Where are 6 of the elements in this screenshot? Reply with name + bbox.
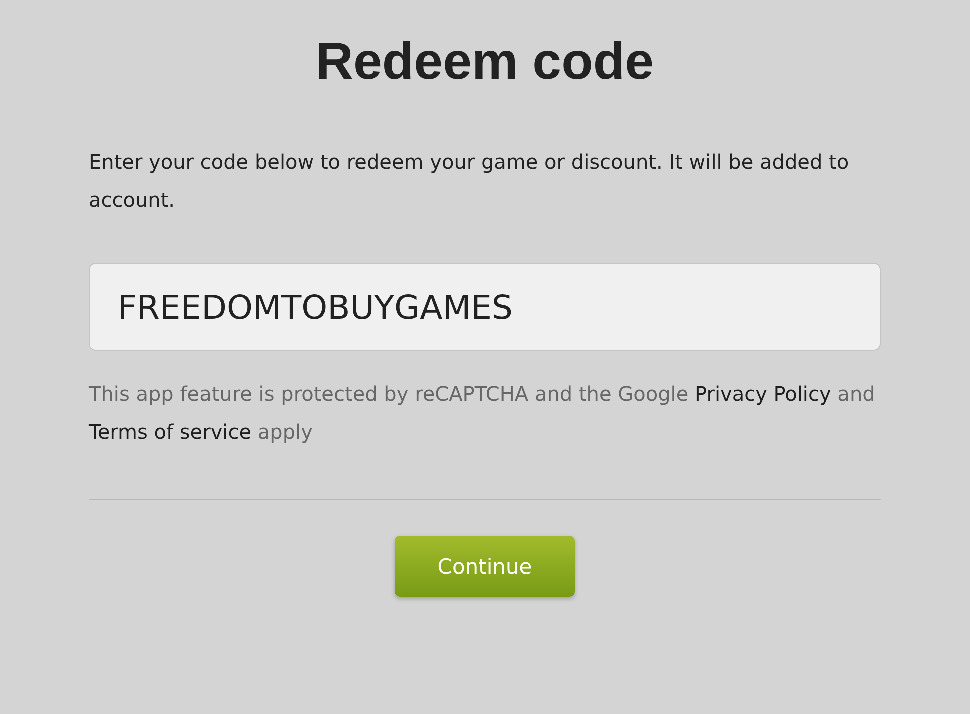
page-title: Redeem code (316, 34, 654, 92)
link[interactable]: Privacy Policy (695, 382, 832, 406)
code-input-field[interactable]: FREEDOMTOBUYGAMES (89, 263, 881, 352)
intro-text: Enter your code below to redeem your game or discount. It will be added to account. (89, 149, 850, 214)
recaptcha-notice: This app feature is protected by reCAPTCHA and the Google Privacy Policy and Terms of service apply (89, 381, 876, 446)
link[interactable]: Terms of service (89, 420, 252, 444)
